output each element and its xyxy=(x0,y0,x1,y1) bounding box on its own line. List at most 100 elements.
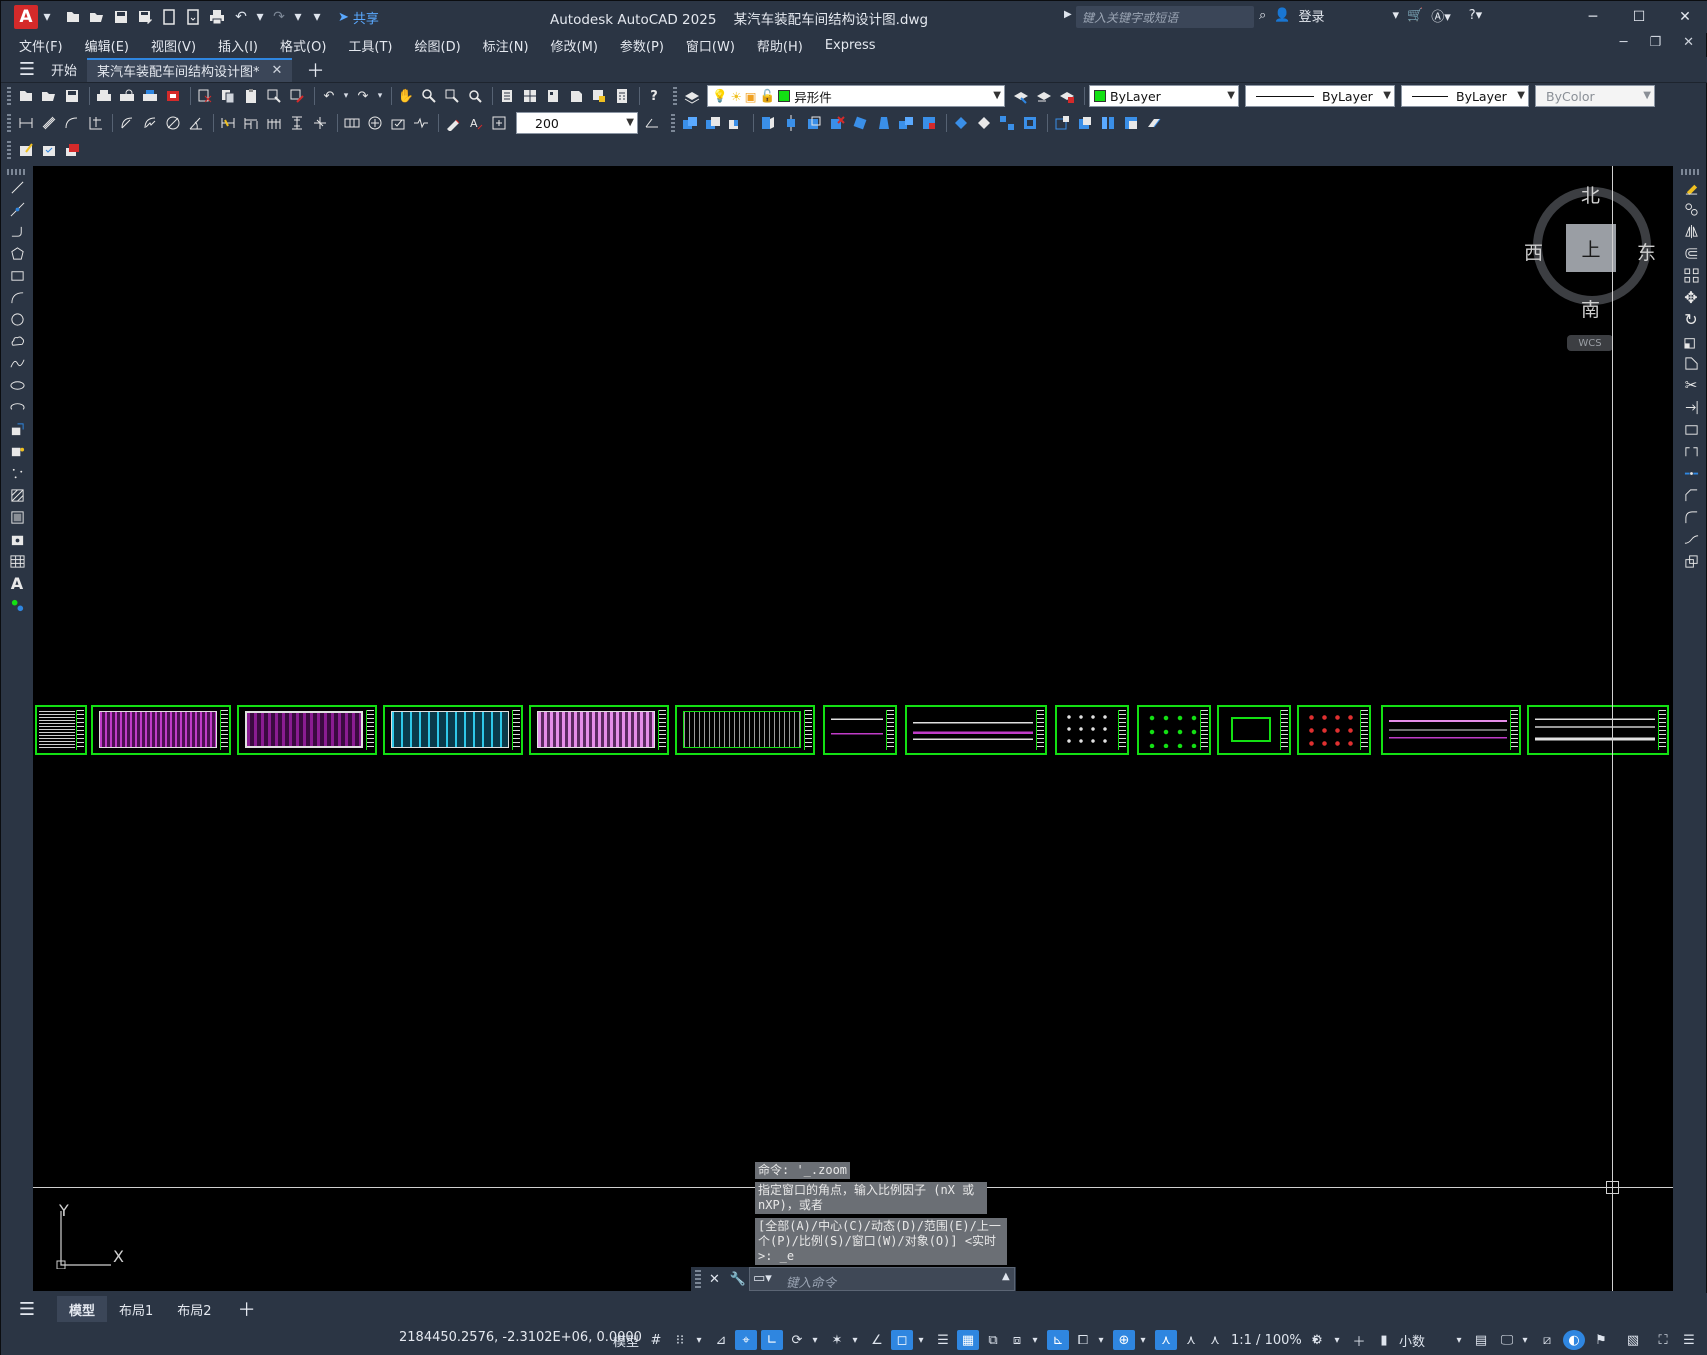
line-tool-icon[interactable] xyxy=(6,177,28,197)
stretch-icon[interactable] xyxy=(1680,353,1702,373)
paste-icon[interactable] xyxy=(241,86,261,106)
attribute-sync-icon[interactable] xyxy=(62,140,82,160)
save-web-icon[interactable] xyxy=(184,8,202,26)
chevron-down-icon[interactable]: ▾ xyxy=(693,1330,705,1350)
plot-icon[interactable] xyxy=(94,86,114,106)
region-icon[interactable] xyxy=(6,529,28,549)
drawing-sheet-elevation[interactable] xyxy=(905,705,1047,755)
lineweight-icon[interactable]: ☰ xyxy=(933,1330,953,1350)
chevron-down-icon[interactable]: ▾ xyxy=(849,1330,861,1350)
chevron-down-icon[interactable]: ▾ xyxy=(1029,1330,1041,1350)
tab-layout1[interactable]: 布局1 xyxy=(107,1296,165,1322)
chevron-down-icon[interactable]: ▼ xyxy=(626,117,634,128)
user-icon[interactable]: 👤 xyxy=(1274,8,1290,23)
circle-icon[interactable] xyxy=(6,309,28,329)
presspull-icon[interactable] xyxy=(1144,113,1164,133)
continue-dimension-icon[interactable] xyxy=(264,113,284,133)
menu-help[interactable]: 帮助(H) xyxy=(757,36,803,55)
chevron-down-icon[interactable]: ▾ xyxy=(1519,1330,1531,1350)
quickcalc-icon[interactable] xyxy=(612,86,632,106)
lineweight-dropdown[interactable]: ByLayer ▼ xyxy=(1401,85,1529,107)
ellipse-icon[interactable] xyxy=(6,375,28,395)
snap-mode-icon[interactable]: ⁝⁝ xyxy=(671,1330,689,1350)
layer-dropdown[interactable]: 💡 ☀ ▣ 🔓 异形件 ▼ xyxy=(707,85,1005,107)
diameter-dimension-icon[interactable] xyxy=(163,113,183,133)
chevron-down-icon[interactable]: ▼ xyxy=(1643,90,1651,101)
customize-status-bar-icon[interactable]: ☰ xyxy=(1679,1330,1699,1350)
graphics-performance-icon[interactable]: ▧ xyxy=(1623,1330,1643,1350)
dynamic-ucs-icon[interactable]: ⊾ xyxy=(1047,1330,1069,1350)
share-button[interactable]: ➤ 共享 xyxy=(338,8,379,27)
menu-express[interactable]: Express xyxy=(825,38,876,53)
toolbar-grip[interactable] xyxy=(671,114,675,132)
zoom-previous-icon[interactable] xyxy=(465,86,485,106)
model-space-button[interactable]: 模型 xyxy=(613,1330,639,1350)
copy-edges-icon[interactable] xyxy=(1075,113,1095,133)
tab-active-drawing[interactable]: 某汽车装配车间结构设计图* ✕ xyxy=(87,57,293,82)
save-icon[interactable] xyxy=(112,8,130,26)
lock-ui-icon[interactable]: 🖵 xyxy=(1497,1330,1517,1350)
aligned-dimension-icon[interactable] xyxy=(39,113,59,133)
workspace-gear-icon[interactable]: ⚙ xyxy=(1307,1330,1327,1350)
restore-icon[interactable]: ❐ xyxy=(1649,35,1661,50)
markup-icon[interactable] xyxy=(589,86,609,106)
add-selected-icon[interactable] xyxy=(6,595,28,615)
point-icon[interactable] xyxy=(6,463,28,483)
3d-print-icon[interactable] xyxy=(163,86,183,106)
extrude-faces-icon[interactable] xyxy=(758,113,778,133)
sun-icon[interactable]: ☀ xyxy=(731,89,742,104)
menu-draw[interactable]: 绘图(D) xyxy=(415,36,461,55)
lightbulb-icon[interactable]: 💡 xyxy=(712,88,728,104)
chevron-down-icon[interactable]: ▼ xyxy=(1517,90,1525,101)
hamburger-menu-icon[interactable]: ☰ xyxy=(13,57,41,83)
layer-previous-icon[interactable] xyxy=(1034,86,1054,106)
clean-screen-icon[interactable]: ⚑ xyxy=(1591,1330,1611,1350)
dimension-style-icon[interactable] xyxy=(642,113,662,133)
menu-format[interactable]: 格式(O) xyxy=(280,36,326,55)
radius-dimension-icon[interactable] xyxy=(117,113,137,133)
gradient-icon[interactable] xyxy=(6,507,28,527)
chevron-down-icon[interactable]: ▾ xyxy=(256,8,264,26)
infer-constraints-icon[interactable]: ⊿ xyxy=(711,1330,731,1350)
zoom-realtime-icon[interactable] xyxy=(419,86,439,106)
minimize-icon[interactable]: ─ xyxy=(1570,1,1616,33)
help-search-input[interactable]: 键入关键字或短语 xyxy=(1076,6,1254,28)
clean-icon[interactable] xyxy=(974,113,994,133)
color-faces-icon[interactable] xyxy=(919,113,939,133)
copy-faces-icon[interactable] xyxy=(896,113,916,133)
publish-icon[interactable] xyxy=(140,86,160,106)
menu-edit[interactable]: 编辑(E) xyxy=(85,36,129,55)
offset-faces-icon[interactable] xyxy=(804,113,824,133)
explode-icon[interactable] xyxy=(1680,551,1702,571)
move-icon[interactable]: ✥ xyxy=(1680,287,1702,307)
help-icon[interactable]: ?▾ xyxy=(1469,8,1482,23)
color-edges-icon[interactable] xyxy=(1098,113,1118,133)
toolbar-grip[interactable] xyxy=(1681,169,1701,175)
trim-icon[interactable]: ✂ xyxy=(1680,375,1702,395)
command-line-grip[interactable] xyxy=(695,1270,701,1288)
open-file-icon[interactable] xyxy=(88,8,106,26)
dimension-update-icon[interactable] xyxy=(489,113,509,133)
chevron-down-icon[interactable]: ▾ xyxy=(1331,1330,1343,1350)
drawing-sheet-node-details-2[interactable] xyxy=(1137,705,1211,755)
units-value[interactable]: 小数 xyxy=(1399,1330,1425,1350)
drawing-sheet-node-details-1[interactable] xyxy=(1055,705,1129,755)
arc-icon[interactable] xyxy=(6,287,28,307)
minimize-icon[interactable]: ─ xyxy=(1620,35,1628,50)
block-editor-icon[interactable] xyxy=(287,86,307,106)
linear-dimension-icon[interactable] xyxy=(16,113,36,133)
erase-icon[interactable] xyxy=(1680,177,1702,197)
design-center-icon[interactable] xyxy=(520,86,540,106)
break-at-point-icon[interactable] xyxy=(1680,419,1702,439)
angular-dimension-icon[interactable] xyxy=(186,113,206,133)
tab-model[interactable]: 模型 xyxy=(57,1296,108,1322)
isometric-drafting-icon[interactable]: ✶ xyxy=(827,1330,847,1350)
drawing-sheet-door-frame[interactable] xyxy=(1217,705,1291,755)
drawing-sheet-crane-beam[interactable] xyxy=(1381,705,1521,755)
close-icon[interactable]: ✕ xyxy=(709,1272,720,1287)
viewcube-north[interactable]: 北 xyxy=(1581,181,1600,208)
annotation-monitor-icon[interactable]: ＋ xyxy=(1349,1330,1369,1350)
make-current-layer-icon[interactable] xyxy=(1011,86,1031,106)
dynamic-input-icon[interactable]: ⌖ xyxy=(735,1330,757,1350)
caret-up-icon[interactable]: ▲ xyxy=(1002,1271,1010,1282)
